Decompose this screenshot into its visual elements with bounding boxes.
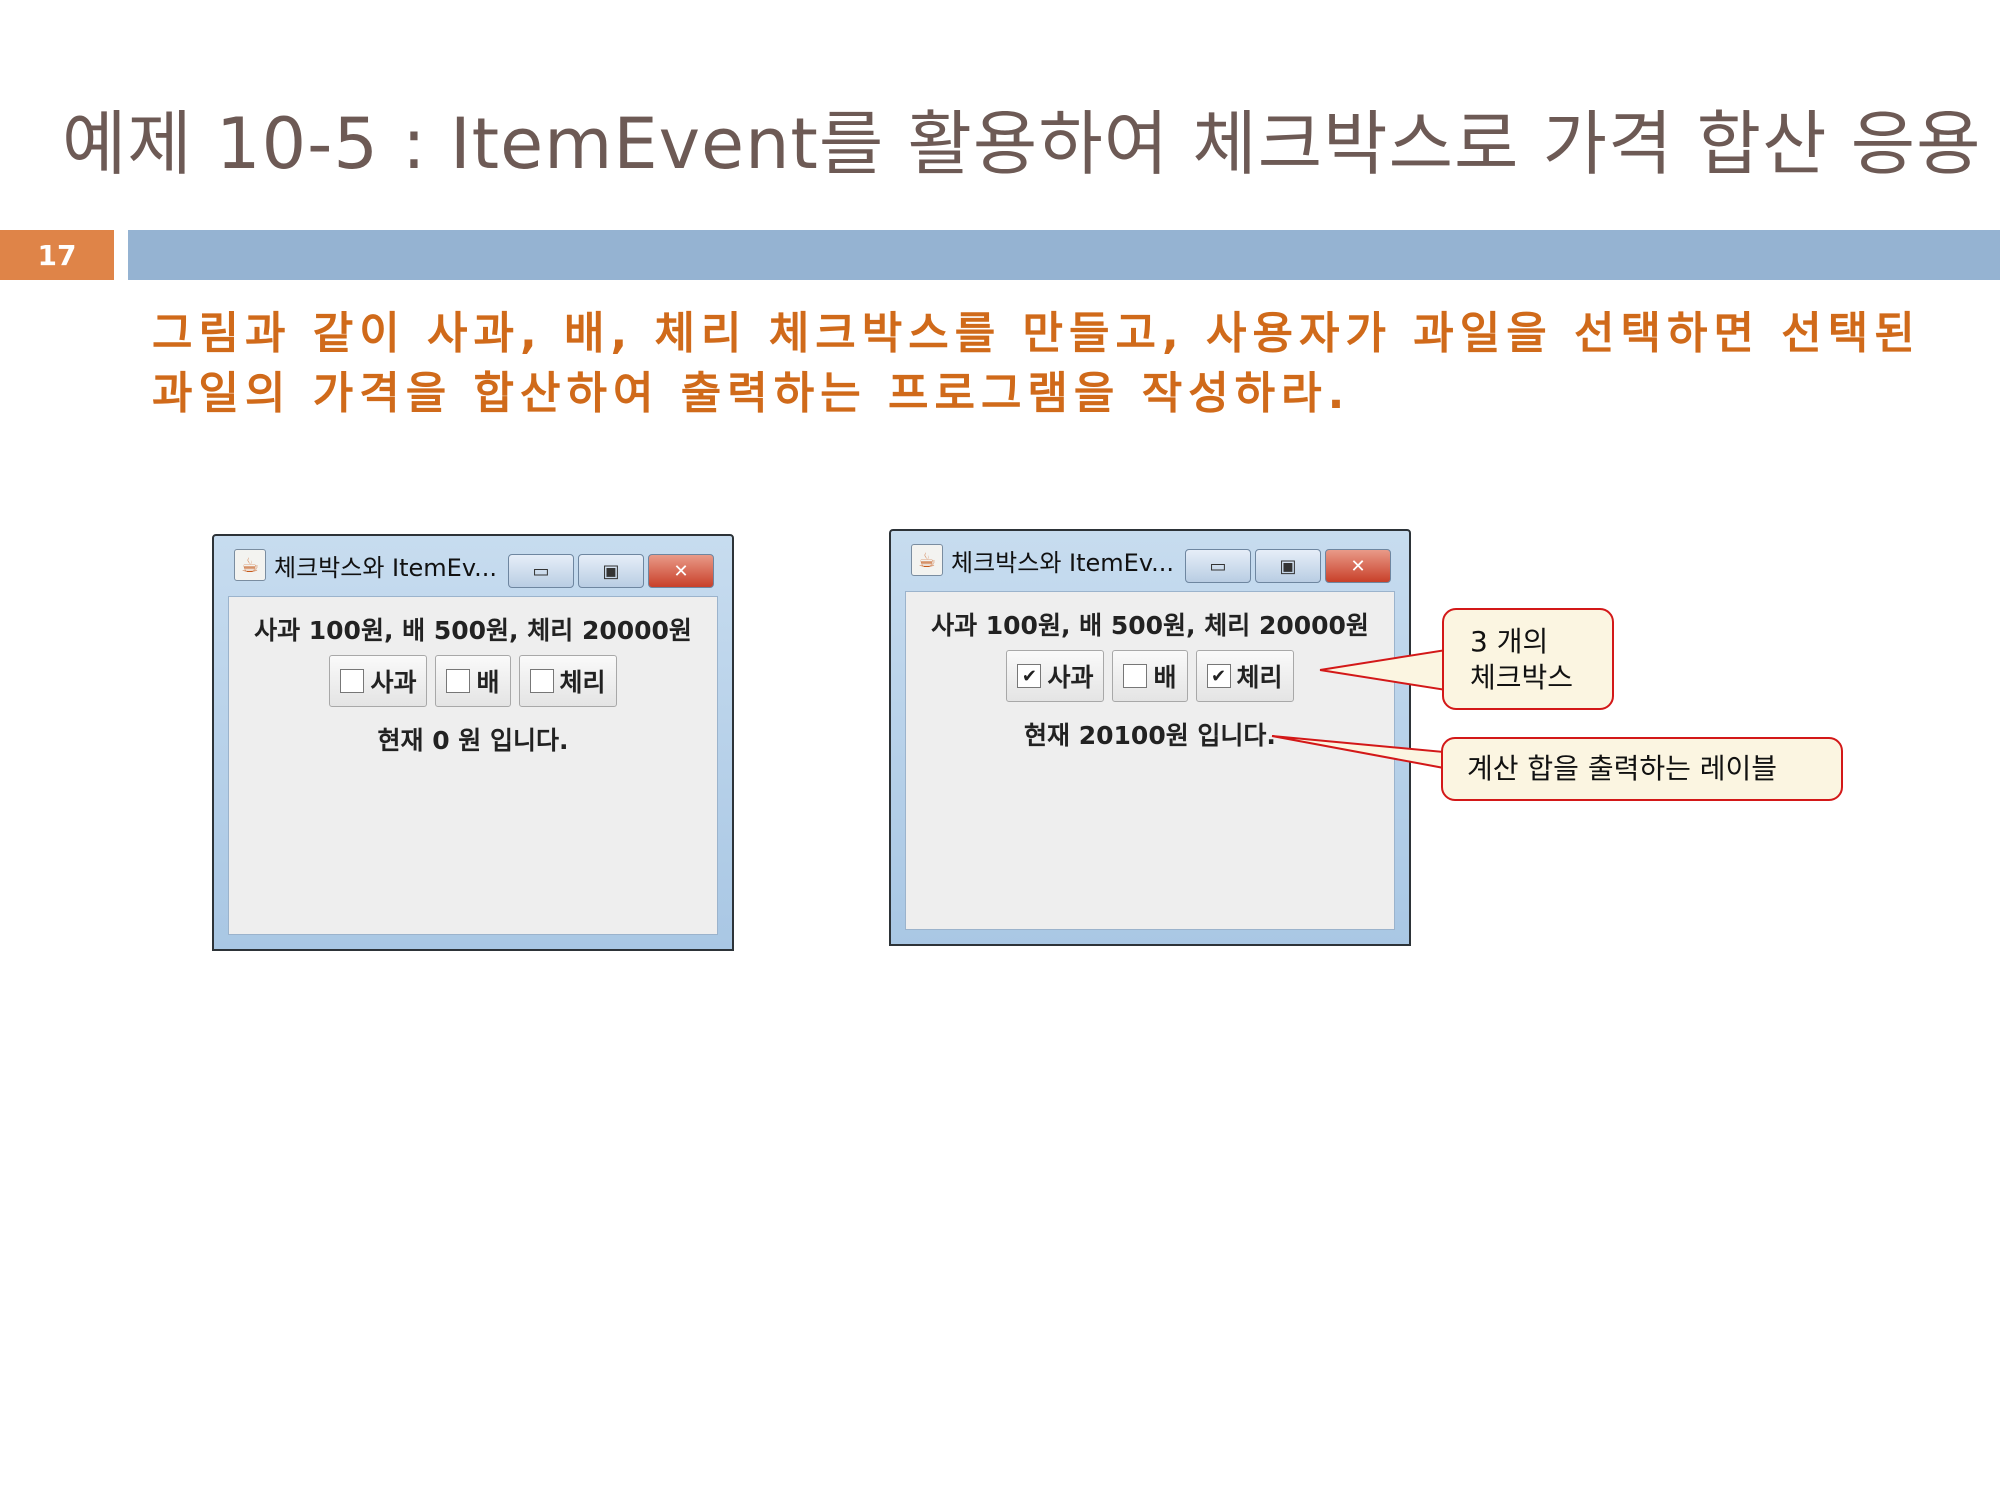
- checkbox-square-icon: [529, 669, 554, 693]
- checkbox-pear[interactable]: 배: [1112, 650, 1188, 702]
- price-label: 사과 100원, 배 500원, 체리 20000원: [254, 616, 692, 645]
- checkbox-label: 배: [476, 668, 500, 697]
- window-controls: ▭ ▣ ✕: [504, 554, 714, 588]
- window-titlebar[interactable]: ☕ 체크박스와 ItemEv... ▭ ▣ ✕: [891, 531, 1409, 589]
- close-icon[interactable]: ✕: [648, 554, 714, 588]
- checkbox-row: ✔ 사과 배 ✔ 체리: [906, 650, 1394, 702]
- window-titlebar[interactable]: ☕ 체크박스와 ItemEv... ▭ ▣ ✕: [214, 536, 732, 594]
- checkbox-square-icon: [446, 669, 471, 693]
- window-caption: 체크박스와 ItemEv...: [274, 553, 498, 582]
- checkbox-square-icon: [340, 669, 365, 693]
- java-cup-icon: ☕: [911, 544, 943, 576]
- window-content-pane: 사과 100원, 배 500원, 체리 20000원 ✔ 사과 배 ✔ 체리 현…: [905, 591, 1395, 930]
- page-number-badge: 17: [0, 230, 114, 280]
- checkbox-apple[interactable]: 사과: [329, 655, 428, 707]
- label-callout: 계산 합을 출력하는 레이블: [1441, 737, 1843, 801]
- checkbox-cherry[interactable]: 체리: [518, 655, 617, 707]
- java-cup-icon: ☕: [234, 549, 266, 581]
- checkbox-label: 배: [1153, 663, 1177, 692]
- slide-title: 예제 10-5 : ItemEvent를 활용하여 체크박스로 가격 합산 응용: [62, 103, 1982, 185]
- java-window-checked[interactable]: ☕ 체크박스와 ItemEv... ▭ ▣ ✕ 사과 100원, 배 500원,…: [889, 529, 1411, 946]
- checkbox-label: 사과: [1047, 663, 1094, 692]
- checkbox-square-icon: [1123, 664, 1148, 688]
- window-caption: 체크박스와 ItemEv...: [951, 548, 1175, 577]
- price-label: 사과 100원, 배 500원, 체리 20000원: [931, 611, 1369, 640]
- close-icon[interactable]: ✕: [1325, 549, 1391, 583]
- java-window-unchecked[interactable]: ☕ 체크박스와 ItemEv... ▭ ▣ ✕ 사과 100원, 배 500원,…: [212, 534, 734, 951]
- sum-label: 현재 20100원 입니다.: [1024, 721, 1276, 750]
- title-underline-bar: [128, 230, 2000, 280]
- minimize-icon[interactable]: ▭: [508, 554, 574, 588]
- checkbox-apple[interactable]: ✔ 사과: [1006, 650, 1105, 702]
- checkbox-cherry[interactable]: ✔ 체리: [1195, 650, 1294, 702]
- checkbox-callout: 3 개의 체크박스: [1442, 608, 1614, 710]
- checkbox-label: 체리: [1236, 663, 1283, 692]
- callout-line-2: 체크박스: [1470, 661, 1574, 694]
- checkmark-icon: ✔: [1206, 664, 1231, 688]
- maximize-icon[interactable]: ▣: [578, 554, 644, 588]
- checkmark-icon: ✔: [1017, 664, 1042, 688]
- checkbox-label: 사과: [370, 668, 417, 697]
- checkbox-pear[interactable]: 배: [435, 655, 511, 707]
- maximize-icon[interactable]: ▣: [1255, 549, 1321, 583]
- sum-label: 현재 0 원 입니다.: [377, 726, 569, 755]
- window-content-pane: 사과 100원, 배 500원, 체리 20000원 사과 배 체리 현재 0 …: [228, 596, 718, 935]
- checkbox-row: 사과 배 체리: [229, 655, 717, 707]
- callout-label-text: 계산 합을 출력하는 레이블: [1467, 752, 1778, 785]
- minimize-icon[interactable]: ▭: [1185, 549, 1251, 583]
- callout-line-1: 3 개의: [1470, 625, 1549, 658]
- slide-description: 그림과 같이 사과, 배, 체리 체크박스를 만들고, 사용자가 과일을 선택하…: [152, 308, 1921, 419]
- checkbox-label: 체리: [559, 668, 606, 697]
- window-controls: ▭ ▣ ✕: [1181, 549, 1391, 583]
